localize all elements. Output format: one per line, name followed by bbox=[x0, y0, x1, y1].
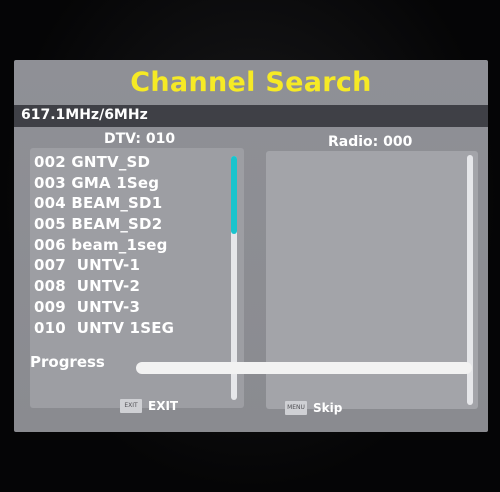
exit-key-icon: EXIT bbox=[120, 399, 142, 413]
frequency-readout: 617.1MHz/6MHz bbox=[21, 107, 148, 123]
dtv-channel-list[interactable]: 002 GNTV_SD 003 GMA 1Seg 004 BEAM_SD1 00… bbox=[34, 152, 174, 338]
channel-search-dialog: Channel Search 617.1MHz/6MHz DTV: 010 Ra… bbox=[14, 60, 488, 432]
dtv-scrollbar-thumb[interactable] bbox=[231, 156, 237, 234]
dtv-channel-item[interactable]: 004 BEAM_SD1 bbox=[34, 193, 174, 214]
menu-key-icon: MENU bbox=[285, 401, 307, 415]
radio-count-label: Radio: 000 bbox=[328, 134, 413, 150]
dtv-channel-item[interactable]: 010 UNTV 1SEG bbox=[34, 318, 174, 339]
dtv-channel-item[interactable]: 008 UNTV-2 bbox=[34, 276, 174, 297]
search-progress-bar bbox=[136, 362, 472, 374]
dtv-channel-item[interactable]: 003 GMA 1Seg bbox=[34, 173, 174, 194]
dtv-channel-item[interactable]: 007 UNTV-1 bbox=[34, 255, 174, 276]
skip-key-label[interactable]: Skip bbox=[313, 401, 342, 415]
progress-label: Progress bbox=[30, 353, 105, 371]
dtv-channel-item[interactable]: 005 BEAM_SD2 bbox=[34, 214, 174, 235]
dtv-channel-item[interactable]: 006 beam_1seg bbox=[34, 235, 174, 256]
dialog-title: Channel Search bbox=[130, 67, 372, 98]
exit-key-label[interactable]: EXIT bbox=[148, 399, 178, 413]
dtv-channel-item[interactable]: 009 UNTV-3 bbox=[34, 297, 174, 318]
dtv-channel-item[interactable]: 002 GNTV_SD bbox=[34, 152, 174, 173]
dtv-count-label: DTV: 010 bbox=[104, 131, 176, 147]
